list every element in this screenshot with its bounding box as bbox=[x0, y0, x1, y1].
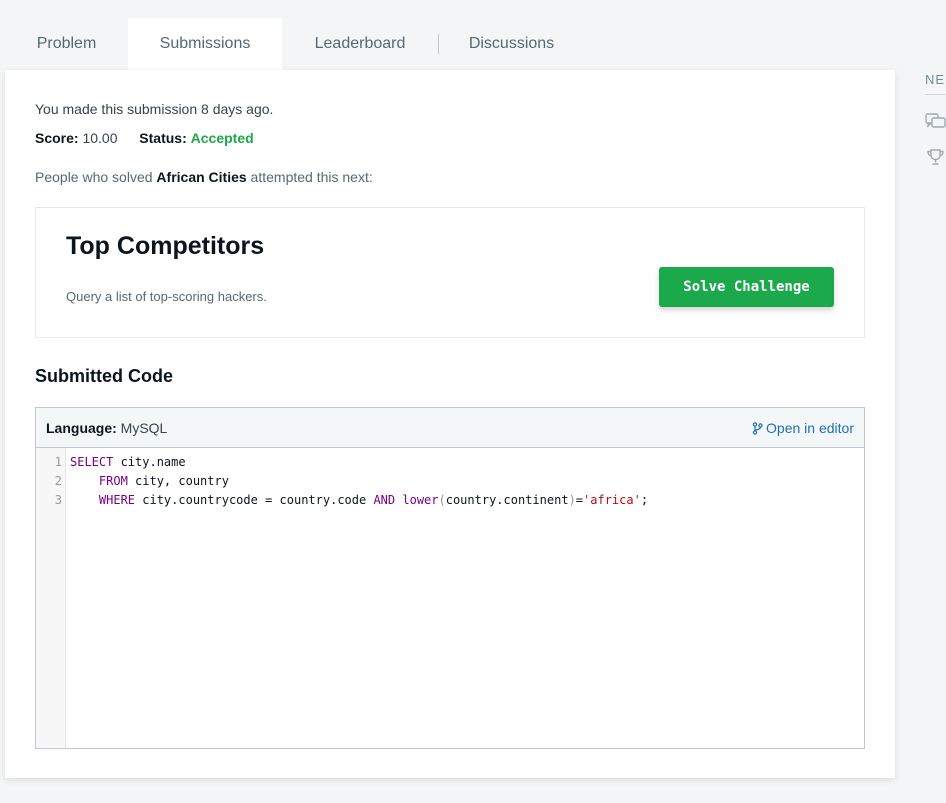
submitted-code-title: Submitted Code bbox=[35, 366, 173, 386]
score-status-row: Score: 10.00 Status: Accepted bbox=[35, 130, 254, 146]
tab-problem[interactable]: Problem bbox=[5, 18, 128, 70]
sidebar-divider bbox=[925, 94, 946, 95]
discussion-icon[interactable] bbox=[925, 112, 946, 130]
language-label: Language: bbox=[46, 420, 117, 436]
code-viewer: Language: MySQL Open in editor 1 2 3 SEL… bbox=[35, 407, 865, 749]
solved-suffix: attempted this next: bbox=[246, 169, 373, 185]
open-in-editor-link[interactable]: Open in editor bbox=[752, 420, 854, 436]
trophy-icon[interactable] bbox=[926, 148, 945, 166]
next-challenge-description: Query a list of top-scoring hackers. bbox=[66, 289, 267, 304]
code-editor[interactable]: 1 2 3 SELECT city.name FROM city, countr… bbox=[36, 448, 864, 748]
solved-challenge-name[interactable]: African Cities bbox=[156, 169, 246, 185]
solve-challenge-button[interactable]: Solve Challenge bbox=[659, 267, 834, 307]
next-challenge-title[interactable]: Top Competitors bbox=[66, 232, 264, 261]
code-line-1: SELECT city.name bbox=[70, 455, 186, 469]
tab-leaderboard[interactable]: Leaderboard bbox=[282, 18, 438, 70]
solved-prefix: People who solved bbox=[35, 169, 157, 185]
next-challenge-card: Top Competitors Query a list of top-scor… bbox=[35, 207, 865, 338]
next-challenge-intro: People who solved African Cities attempt… bbox=[35, 169, 373, 185]
score-value: 10.00 bbox=[82, 130, 118, 146]
challenge-tabs: Problem Submissions Leaderboard Discussi… bbox=[5, 18, 895, 70]
score-label: Score: bbox=[35, 130, 79, 146]
status-label: Status: bbox=[139, 130, 187, 146]
line-number: 1 bbox=[54, 455, 62, 469]
open-in-editor-label: Open in editor bbox=[766, 420, 854, 436]
tab-discussions[interactable]: Discussions bbox=[439, 18, 584, 70]
code-line-3: WHERE city.countrycode = country.code AN… bbox=[98, 493, 649, 507]
sidebar-heading: NE bbox=[925, 72, 946, 87]
tab-submissions[interactable]: Submissions bbox=[128, 18, 282, 70]
code-header: Language: MySQL Open in editor bbox=[36, 408, 864, 448]
submission-card: You made this submission 8 days ago. Sco… bbox=[5, 70, 895, 778]
line-number-gutter: 1 2 3 bbox=[36, 448, 66, 748]
submission-time: You made this submission 8 days ago. bbox=[35, 101, 274, 117]
line-number: 3 bbox=[54, 493, 62, 507]
code-line-2: FROM city, country bbox=[98, 474, 229, 488]
language-indicator: Language: MySQL bbox=[46, 420, 167, 436]
line-number: 2 bbox=[54, 474, 62, 488]
status-badge: Accepted bbox=[190, 130, 254, 146]
branch-icon bbox=[752, 422, 763, 435]
language-value: MySQL bbox=[120, 420, 168, 436]
